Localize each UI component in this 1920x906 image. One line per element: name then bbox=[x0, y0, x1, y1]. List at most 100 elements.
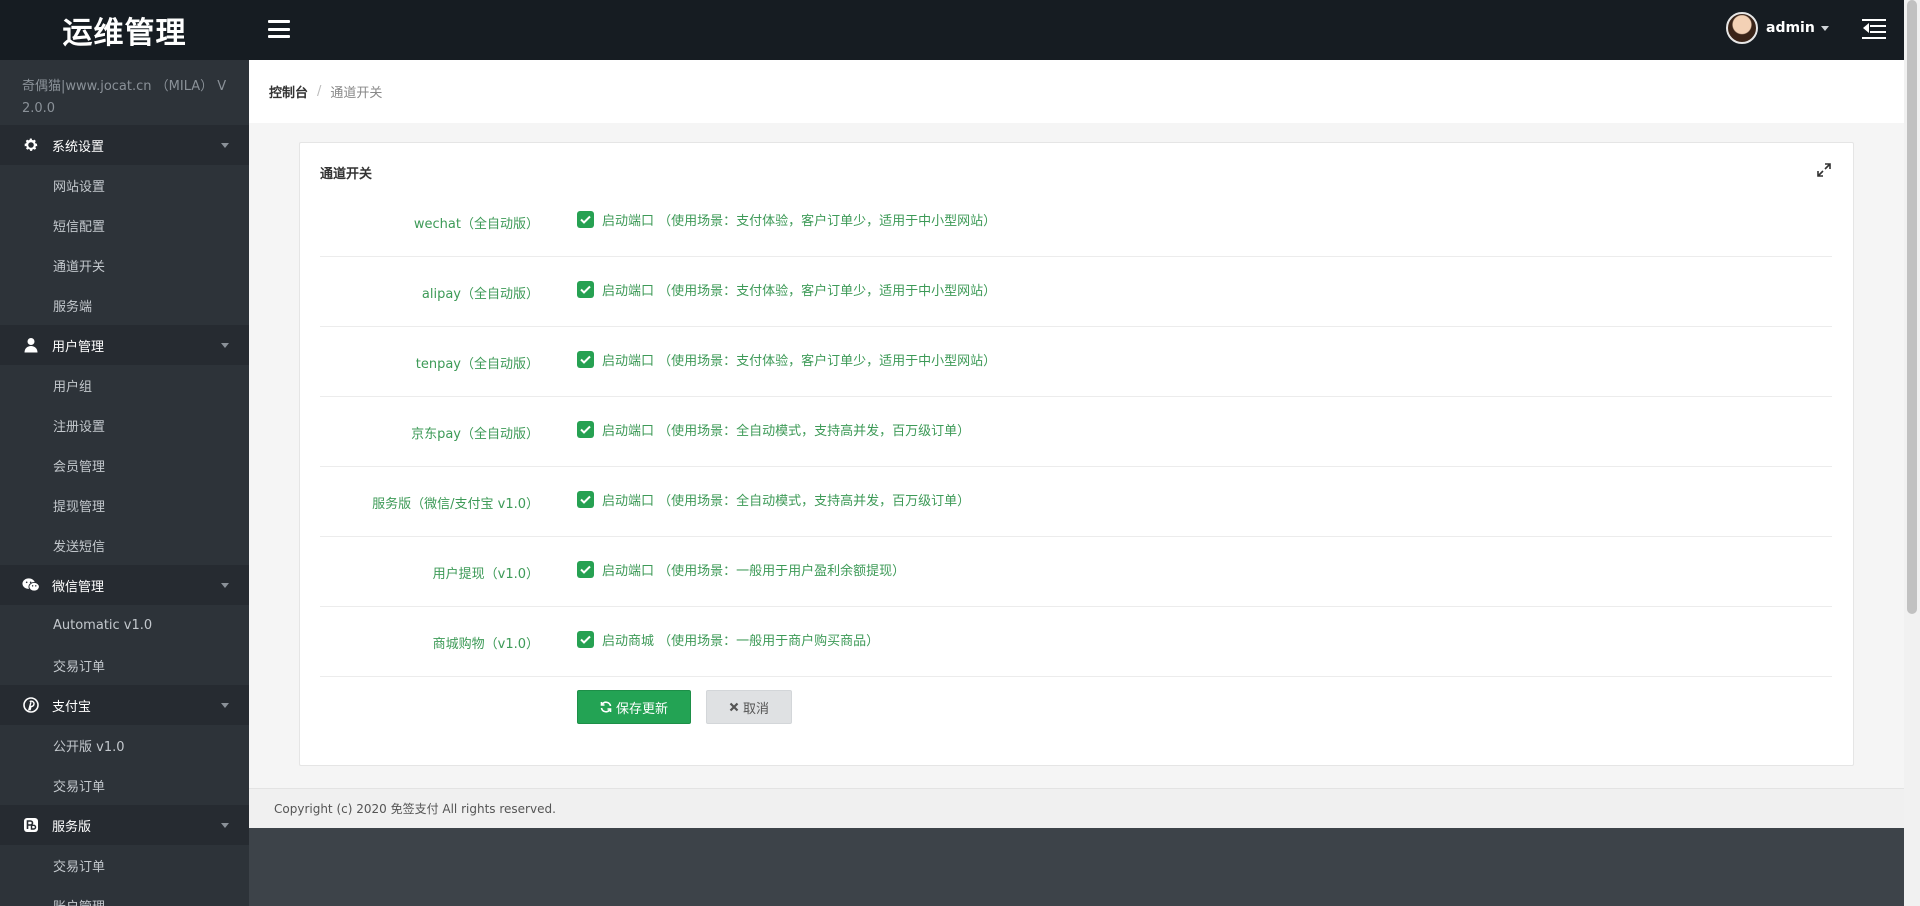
sidebar-item-alipay-orders[interactable]: 交易订单 bbox=[0, 765, 249, 805]
copyright-text: Copyright (c) 2020 免签支付 All rights reser… bbox=[274, 802, 556, 816]
checkbox-label: 启动端口 （使用场景：全自动模式，支持高并发，百万级订单） bbox=[602, 424, 971, 439]
sidebar-item-register-settings[interactable]: 注册设置 bbox=[0, 405, 249, 445]
channel-label: 服务版（微信/支付宝 v1.0） bbox=[372, 497, 539, 512]
sidebar-item-user-groups[interactable]: 用户组 bbox=[0, 365, 249, 405]
sidebar-item-wechat-orders[interactable]: 交易订单 bbox=[0, 645, 249, 685]
channel-row: 服务版（微信/支付宝 v1.0） 启动端口 （使用场景：全自动模式，支持高并发，… bbox=[320, 467, 1832, 537]
top-navbar: 运维管理 admin bbox=[0, 0, 1904, 60]
refresh-icon bbox=[600, 701, 612, 713]
sidebar-item-site-settings[interactable]: 网站设置 bbox=[0, 165, 249, 205]
panel-title: 通道开关 bbox=[320, 167, 373, 182]
expand-icon[interactable] bbox=[1817, 163, 1831, 177]
chevron-down-icon bbox=[221, 823, 229, 828]
chevron-down-icon bbox=[221, 143, 229, 148]
cancel-button-label: 取消 bbox=[742, 701, 769, 717]
checkbox-label: 启动端口 （使用场景：一般用于用户盈利余额提现） bbox=[602, 564, 906, 579]
sidebar-item-send-sms[interactable]: 发送短信 bbox=[0, 525, 249, 565]
checkbox-label: 启动商城 （使用场景：一般用于商户购买商品） bbox=[602, 634, 880, 649]
sidebar-group-header-service[interactable]: 服务版 bbox=[0, 805, 249, 845]
sidebar-group-header-wechat[interactable]: 微信管理 bbox=[0, 565, 249, 605]
channel-checkbox[interactable]: 启动端口 （使用场景：全自动模式，支持高并发，百万级订单） bbox=[577, 490, 970, 509]
sidebar-group-title: 微信管理 bbox=[52, 579, 105, 595]
checkbox-checked-icon[interactable] bbox=[577, 421, 594, 438]
sidebar-item-service-orders[interactable]: 交易订单 bbox=[0, 845, 249, 885]
sidebar-group-title: 系统设置 bbox=[52, 139, 105, 155]
service-icon bbox=[22, 816, 40, 834]
checkbox-checked-icon[interactable] bbox=[577, 491, 594, 508]
channel-checkbox[interactable]: 启动端口 （使用场景：支付体验，客户订单少，适用于中小型网站） bbox=[577, 350, 996, 369]
checkbox-checked-icon[interactable] bbox=[577, 561, 594, 578]
channel-checkbox[interactable]: 启动端口 （使用场景：支付体验，客户订单少，适用于中小型网站） bbox=[577, 280, 996, 299]
wechat-icon bbox=[22, 576, 40, 594]
sidebar-group-users: 用户管理 用户组 注册设置 会员管理 提现管理 发送短信 bbox=[0, 325, 249, 565]
channel-label: wechat（全自动版） bbox=[413, 217, 539, 232]
sidebar-item-members[interactable]: 会员管理 bbox=[0, 445, 249, 485]
sidebar: 奇偶猫|www.jocat.cn （MILA） V 2.0.0 系统设置 网站设… bbox=[0, 60, 249, 906]
form-actions: 保存更新 取消 bbox=[577, 690, 792, 724]
brand-logo[interactable]: 运维管理 bbox=[0, 0, 249, 60]
sidebar-group-service: 服务版 交易订单 账户管理 bbox=[0, 805, 249, 906]
breadcrumb-home[interactable]: 控制台 bbox=[269, 82, 308, 101]
pinterest-icon bbox=[22, 696, 40, 714]
sidebar-group-alipay: 支付宝 公开版 v1.0 交易订单 bbox=[0, 685, 249, 805]
channel-list: wechat（全自动版） 启动端口 （使用场景：支付体验，客户订单少，适用于中小… bbox=[320, 187, 1832, 677]
save-button-label: 保存更新 bbox=[615, 701, 668, 717]
checkbox-checked-icon[interactable] bbox=[577, 211, 594, 228]
channel-checkbox[interactable]: 启动端口 （使用场景：支付体验，客户订单少，适用于中小型网站） bbox=[577, 210, 996, 229]
checkbox-checked-icon[interactable] bbox=[577, 281, 594, 298]
channel-label: 商城购物（v1.0） bbox=[432, 637, 539, 652]
checkbox-label: 启动端口 （使用场景：全自动模式，支持高并发，百万级订单） bbox=[602, 494, 971, 509]
chevron-down-icon bbox=[221, 703, 229, 708]
close-icon bbox=[729, 702, 739, 712]
menu-toggle-icon[interactable] bbox=[268, 18, 290, 40]
chevron-down-icon bbox=[221, 583, 229, 588]
sidebar-group-header-alipay[interactable]: 支付宝 bbox=[0, 685, 249, 725]
sidebar-item-channel-switch[interactable]: 通道开关 bbox=[0, 245, 249, 285]
username: admin bbox=[1766, 20, 1815, 36]
checkbox-checked-icon[interactable] bbox=[577, 351, 594, 368]
channel-checkbox[interactable]: 启动端口 （使用场景：全自动模式，支持高并发，百万级订单） bbox=[577, 420, 970, 439]
page-scrollbar[interactable] bbox=[1904, 0, 1920, 906]
sidebar-item-public-edition[interactable]: 公开版 v1.0 bbox=[0, 725, 249, 765]
checkbox-checked-icon[interactable] bbox=[577, 631, 594, 648]
breadcrumb-separator: / bbox=[317, 84, 322, 99]
channel-row: 商城购物（v1.0） 启动商城 （使用场景：一般用于商户购买商品） bbox=[320, 607, 1832, 677]
breadcrumb: 控制台 / 通道开关 bbox=[249, 60, 1904, 123]
scrollbar-thumb[interactable] bbox=[1907, 0, 1917, 614]
sidebar-item-account-management[interactable]: 账户管理 bbox=[0, 885, 249, 906]
sidebar-group-title: 服务版 bbox=[52, 819, 92, 835]
sidebar-group-header-system[interactable]: 系统设置 bbox=[0, 125, 249, 165]
save-button[interactable]: 保存更新 bbox=[577, 690, 691, 724]
channel-row: 京东pay（全自动版） 启动端口 （使用场景：全自动模式，支持高并发，百万级订单… bbox=[320, 397, 1832, 467]
sidebar-group-system: 系统设置 网站设置 短信配置 通道开关 服务端 bbox=[0, 125, 249, 325]
breadcrumb-current: 通道开关 bbox=[330, 86, 383, 101]
avatar bbox=[1726, 12, 1758, 44]
gear-icon bbox=[22, 136, 40, 154]
site-version: 奇偶猫|www.jocat.cn （MILA） V 2.0.0 bbox=[22, 79, 227, 116]
checkbox-label: 启动端口 （使用场景：支付体验，客户订单少，适用于中小型网站） bbox=[602, 354, 997, 369]
user-menu[interactable]: admin bbox=[1726, 10, 1829, 46]
channel-row: tenpay（全自动版） 启动端口 （使用场景：支付体验，客户订单少，适用于中小… bbox=[320, 327, 1832, 397]
sidebar-group-header-users[interactable]: 用户管理 bbox=[0, 325, 249, 365]
channel-label: 用户提现（v1.0） bbox=[432, 567, 539, 582]
sidebar-group-title: 支付宝 bbox=[52, 699, 92, 715]
channel-row: wechat（全自动版） 启动端口 （使用场景：支付体验，客户订单少，适用于中小… bbox=[320, 187, 1832, 257]
sidebar-item-sms-config[interactable]: 短信配置 bbox=[0, 205, 249, 245]
channel-checkbox[interactable]: 启动商城 （使用场景：一般用于商户购买商品） bbox=[577, 630, 879, 649]
channel-label: tenpay（全自动版） bbox=[415, 357, 539, 372]
channel-label: alipay（全自动版） bbox=[421, 287, 539, 302]
right-sidebar-toggle-icon[interactable] bbox=[1862, 18, 1886, 40]
sidebar-item-withdrawals[interactable]: 提现管理 bbox=[0, 485, 249, 525]
checkbox-label: 启动端口 （使用场景：支付体验，客户订单少，适用于中小型网站） bbox=[602, 214, 997, 229]
channel-checkbox[interactable]: 启动端口 （使用场景：一般用于用户盈利余额提现） bbox=[577, 560, 905, 579]
checkbox-label: 启动端口 （使用场景：支付体验，客户订单少，适用于中小型网站） bbox=[602, 284, 997, 299]
sidebar-item-automatic[interactable]: Automatic v1.0 bbox=[0, 605, 249, 645]
sidebar-group-title: 用户管理 bbox=[52, 339, 105, 355]
cancel-button[interactable]: 取消 bbox=[706, 690, 792, 724]
chevron-down-icon bbox=[1820, 25, 1829, 31]
chevron-down-icon bbox=[221, 343, 229, 348]
footer: Copyright (c) 2020 免签支付 All rights reser… bbox=[249, 788, 1904, 828]
sidebar-item-server[interactable]: 服务端 bbox=[0, 285, 249, 325]
sidebar-group-wechat: 微信管理 Automatic v1.0 交易订单 bbox=[0, 565, 249, 685]
main-content: 控制台 / 通道开关 通道开关 wechat（全自动版） 启动端口 （使用场景：… bbox=[249, 60, 1904, 828]
